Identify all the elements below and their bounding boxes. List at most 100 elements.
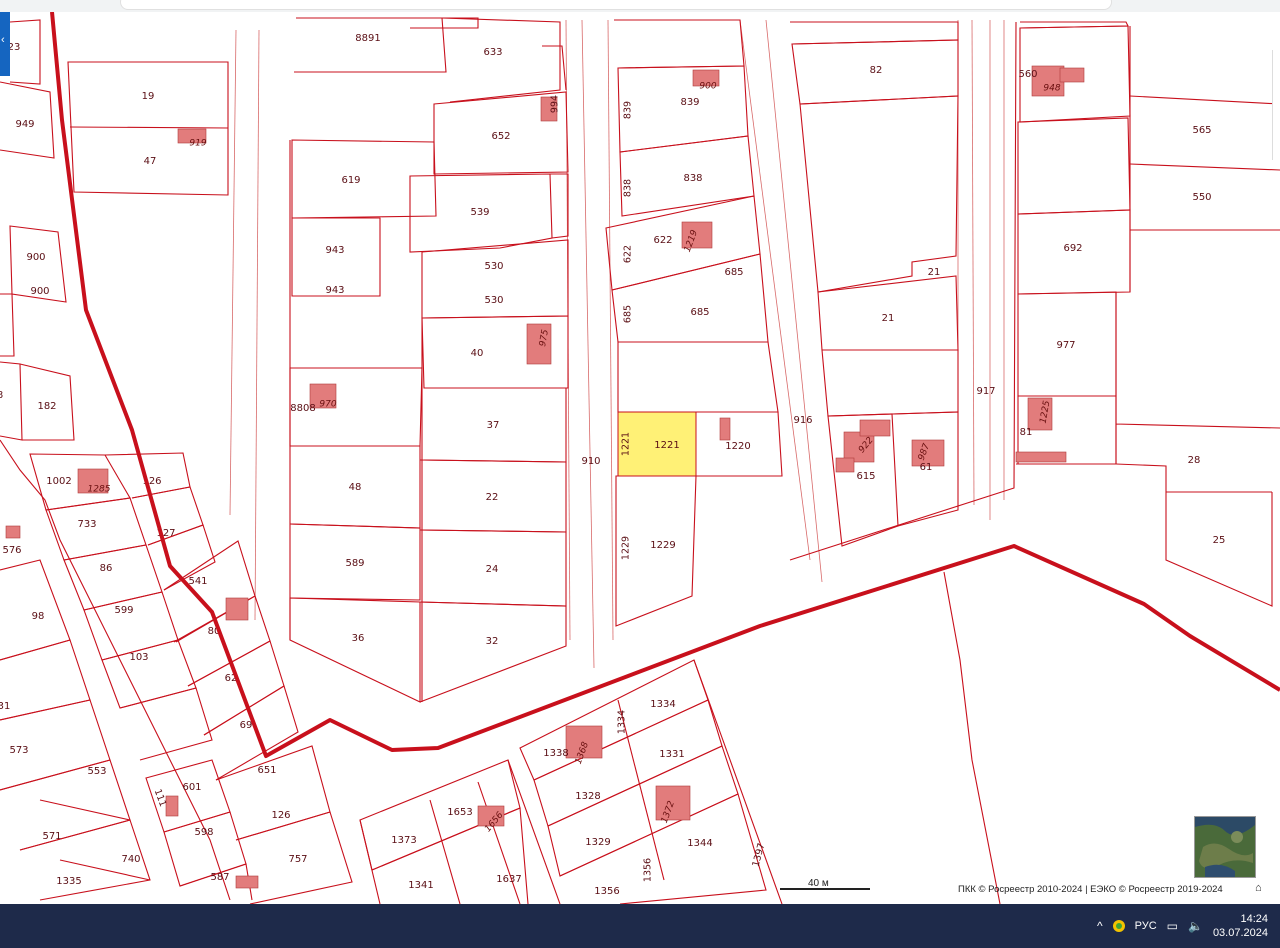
parcel-label-541: 541 — [188, 576, 207, 587]
parcel-label-685: 685 — [623, 305, 634, 323]
parcel-label-1335: 1335 — [56, 876, 81, 887]
parcel-label-900: 900 — [30, 286, 49, 297]
building-label-970: 970 — [319, 400, 336, 410]
parcel-label-652: 652 — [491, 131, 510, 142]
parcel-label-943: 943 — [325, 245, 344, 256]
parcel-label-550: 550 — [1192, 192, 1211, 203]
parcel-label-47: 47 — [144, 156, 157, 167]
building-label-948: 948 — [1043, 84, 1060, 94]
building-label-919: 919 — [189, 139, 206, 149]
satellite-thumbnail-image — [1195, 817, 1255, 877]
parcel-lines-right — [1016, 21, 1280, 607]
basemap-switcher-thumbnail[interactable] — [1194, 816, 1256, 878]
parcel-label-633: 633 — [483, 47, 502, 58]
parcel-label-126: 126 — [271, 810, 290, 821]
show-hidden-icons-icon[interactable]: ^ — [1097, 919, 1103, 933]
parcel-label-530: 530 — [484, 261, 503, 272]
map-canvas[interactable]: 8891633994 839 83982 560565194794923652619 8… — [0, 12, 1280, 904]
windows-taskbar: ^ РУС ▭ 🔈 14:24 03.07.2024 — [0, 904, 1280, 948]
parcel-label-1344: 1344 — [687, 838, 712, 849]
status-app-icon[interactable] — [1112, 920, 1125, 932]
parcel-lines-center — [605, 19, 1017, 627]
taskbar-clock[interactable]: 14:24 03.07.2024 — [1213, 912, 1268, 940]
parcel-label-19: 19 — [142, 91, 155, 102]
map-side-controls[interactable] — [1272, 50, 1280, 160]
building-label-1285: 1285 — [88, 485, 111, 495]
parcel-label-839: 839 — [680, 97, 699, 108]
parcel-label-36: 36 — [352, 633, 365, 644]
parcel-label-1637: 1637 — [496, 874, 521, 885]
parcel-label-917: 917 — [976, 386, 995, 397]
parcel-label-685: 685 — [724, 267, 743, 278]
parcel-label-1373: 1373 — [391, 835, 416, 846]
parcel-label-622: 622 — [653, 235, 672, 246]
parcel-label-1220: 1220 — [725, 441, 750, 452]
clock-time: 14:24 — [1240, 913, 1268, 925]
parcel-label-1229: 1229 — [621, 536, 632, 560]
cadastral-map[interactable]: 8891 633 994 839 839 82 560 565 19 47 949 23 652 619 8… — [0, 12, 1280, 904]
parcel-label-560: 560 — [1018, 69, 1037, 80]
parcel-label-81: 81 — [1020, 427, 1033, 438]
parcel-label-977: 977 — [1056, 340, 1075, 351]
parcel-label-1334: 1334 — [650, 699, 675, 710]
parcel-label-685: 685 — [690, 307, 709, 318]
parcel-label-601: 601 — [182, 782, 201, 793]
parcel-label-943: 943 — [325, 285, 344, 296]
parcel-label-539: 539 — [470, 207, 489, 218]
parcel-label-22: 22 — [486, 492, 499, 503]
map-attribution: ПКК © Росреестр 2010-2024 | ЕЭКО © Росре… — [958, 884, 1223, 895]
parcel-label-757: 757 — [288, 854, 307, 865]
parcel-label-949: 949 — [15, 119, 34, 130]
parcel-label-615: 615 — [856, 471, 875, 482]
parcel-label-622: 622 — [623, 245, 634, 263]
parcel-label-1338: 1338 — [543, 748, 568, 759]
parcel-lines-middle — [289, 17, 569, 703]
volume-icon[interactable]: 🔈 — [1188, 919, 1203, 933]
chevron-left-icon[interactable]: ‹ — [1, 34, 5, 46]
parcel-label-838: 838 — [623, 179, 634, 197]
parcel-label-1002: 1002 — [46, 476, 71, 487]
language-indicator[interactable]: РУС — [1135, 920, 1157, 932]
parcel-label-910: 910 — [581, 456, 600, 467]
parcel-label-1329: 1329 — [585, 837, 610, 848]
parcel-label-565: 565 — [1192, 125, 1211, 136]
building-label-900: 900 — [699, 82, 716, 92]
parcel-label-571: 571 — [42, 831, 61, 842]
parcel-label-900: 900 — [26, 252, 45, 263]
parcel-lines-bottom — [359, 571, 1001, 904]
parcel-label-8891: 8891 — [355, 33, 380, 44]
parcel-label-103: 103 — [129, 652, 148, 663]
parcel-label-916: 916 — [793, 415, 812, 426]
parcel-label-598: 598 — [194, 827, 213, 838]
parcel-label-692: 692 — [1063, 243, 1082, 254]
parcel-label-1331: 1331 — [659, 749, 684, 760]
parcel-label-733: 733 — [77, 519, 96, 530]
clock-date: 03.07.2024 — [1212, 927, 1268, 939]
map-scale-bar: 40 м — [780, 878, 870, 892]
parcel-label-619: 619 — [341, 175, 360, 186]
parcel-lines-left — [0, 19, 353, 904]
parcel-label-1341: 1341 — [408, 880, 433, 891]
parcel-label-31: 31 — [0, 701, 10, 712]
parcel-label-839: 839 — [623, 101, 634, 119]
parcel-label-40: 40 — [471, 348, 484, 359]
parcel-label-576: 576 — [2, 545, 21, 556]
parcel-label-599: 599 — [114, 605, 133, 616]
parcel-label-86: 86 — [100, 563, 113, 574]
parcel-label-651: 651 — [257, 765, 276, 776]
parcel-label-530: 530 — [484, 295, 503, 306]
parcel-label-1221: 1221 — [621, 432, 632, 456]
parcel-label-24: 24 — [486, 564, 499, 575]
collapse-panel-tab[interactable]: ‹ — [0, 12, 10, 76]
boundary-lines — [50, 12, 1280, 758]
parcel-label-589: 589 — [345, 558, 364, 569]
parcel-label-740: 740 — [121, 854, 140, 865]
parcel-label-1334: 1334 — [617, 710, 628, 734]
home-icon[interactable]: ⌂ — [1255, 882, 1262, 894]
address-bar[interactable] — [120, 0, 1112, 10]
parcel-label-98: 98 — [32, 611, 45, 622]
parcel-label-8: 8 — [0, 390, 3, 401]
display-icon[interactable]: ▭ — [1167, 919, 1178, 933]
parcel-label-32: 32 — [486, 636, 499, 647]
road-lines — [229, 19, 1005, 669]
